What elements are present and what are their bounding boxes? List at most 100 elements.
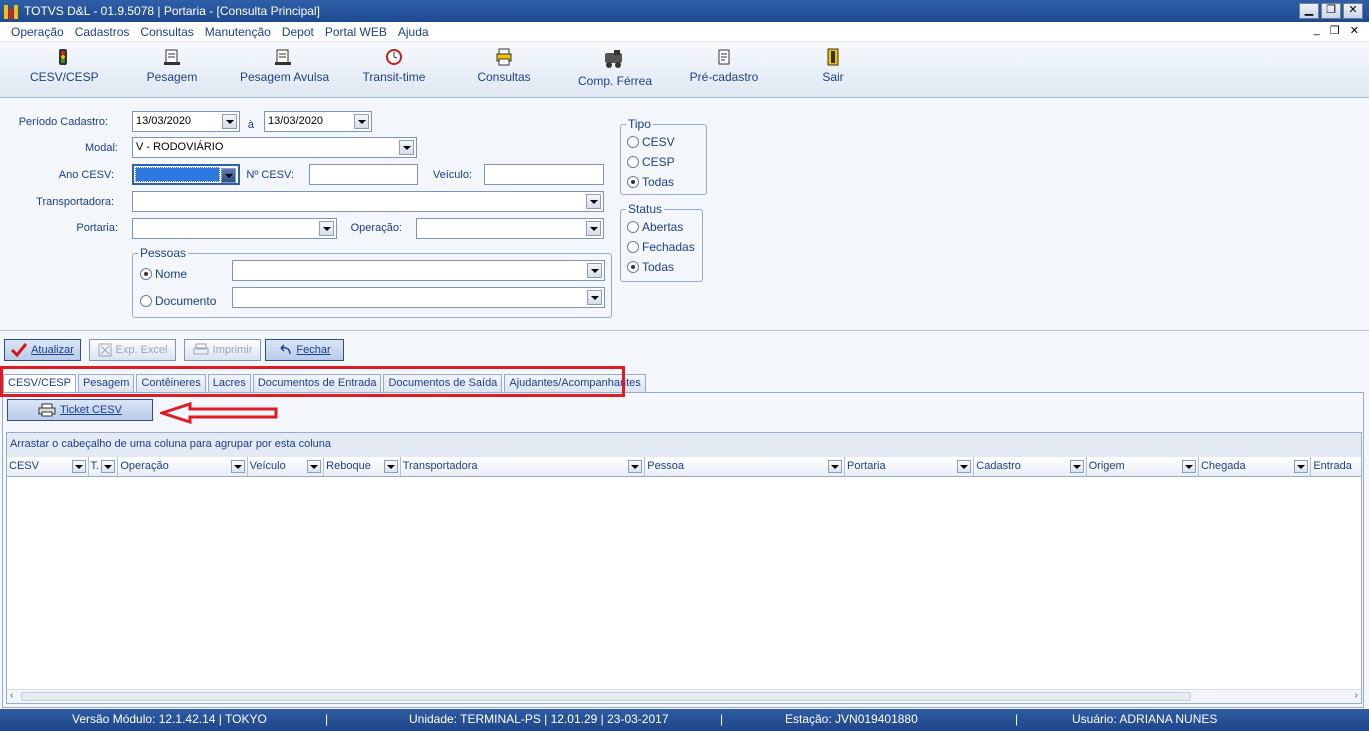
- printer-icon: [38, 403, 56, 417]
- status-separator: |: [325, 712, 329, 726]
- filter-dropdown-icon: [307, 460, 322, 473]
- tipo-cesv-radio[interactable]: CESV: [627, 135, 675, 149]
- ncesv-input[interactable]: [309, 164, 418, 185]
- chevron-down-icon[interactable]: [587, 290, 602, 305]
- documento-select[interactable]: [232, 287, 605, 308]
- status-fechadas-radio[interactable]: Fechadas: [627, 240, 695, 254]
- transportadora-select[interactable]: [132, 191, 604, 212]
- column-header-portaria[interactable]: Portaria: [845, 457, 975, 476]
- veiculo-input[interactable]: [484, 164, 604, 185]
- traffic-light-icon: [54, 48, 72, 66]
- menu-manutencao[interactable]: Manutenção: [205, 25, 271, 39]
- scrollbar-thumb[interactable]: [21, 692, 1191, 701]
- status-todas-radio[interactable]: Todas: [627, 260, 674, 274]
- toolbar-pesagem-avulsa-button[interactable]: Pesagem Avulsa: [240, 48, 329, 84]
- ticket-cesv-button[interactable]: Ticket CESV: [7, 399, 153, 421]
- veiculo-label: Veículo:: [432, 169, 472, 181]
- toolbar-sair-button[interactable]: Sair: [818, 48, 848, 84]
- tipo-cesp-radio[interactable]: CESP: [627, 155, 675, 169]
- status-bar: Versão Módulo: 12.1.42.14 | TOKYO | Unid…: [0, 709, 1369, 731]
- close-button[interactable]: ✕: [1343, 3, 1363, 19]
- printer-icon: [193, 343, 209, 355]
- status-separator: |: [720, 712, 724, 726]
- menu-depot[interactable]: Depot: [282, 25, 314, 39]
- toolbar-transit-time-button[interactable]: Transit-time: [361, 48, 427, 84]
- chevron-down-icon[interactable]: [587, 263, 602, 278]
- column-header-chegada[interactable]: Chegada: [1199, 457, 1312, 476]
- chevron-down-icon[interactable]: [319, 221, 334, 236]
- undo-arrow-icon: [280, 344, 292, 355]
- exp-excel-button[interactable]: Exp. Excel: [89, 339, 176, 361]
- portaria-select[interactable]: [132, 218, 337, 239]
- chevron-down-icon[interactable]: [586, 194, 601, 209]
- column-header-cesv[interactable]: CESV: [7, 457, 89, 476]
- menu-ajuda[interactable]: Ajuda: [398, 25, 429, 39]
- toolbar-pesagem-button[interactable]: Pesagem: [146, 48, 198, 84]
- filter-dropdown-icon: [1294, 460, 1309, 473]
- data-inicio-picker[interactable]: 13/03/2020: [132, 111, 240, 132]
- exit-door-icon: [824, 48, 842, 66]
- column-header-origem[interactable]: Origem: [1087, 457, 1199, 476]
- scroll-left-icon[interactable]: ‹: [10, 690, 13, 701]
- toolbar-pre-cadastro-button[interactable]: Pré-cadastro: [688, 48, 760, 84]
- filter-dropdown-icon: [383, 460, 398, 473]
- scroll-right-icon[interactable]: ›: [1355, 690, 1358, 701]
- ano-cesv-label: Ano CESV:: [58, 169, 114, 181]
- pessoas-nome-radio[interactable]: Nome: [140, 267, 187, 281]
- imprimir-button[interactable]: Imprimir: [184, 339, 261, 361]
- mdi-restore-button[interactable]: ❐: [1330, 24, 1340, 37]
- title-bar: TOTVS D&L - 01.9.5078 | Portaria - [Cons…: [0, 0, 1369, 22]
- chevron-down-icon[interactable]: [399, 140, 414, 155]
- ano-cesv-select[interactable]: [132, 164, 240, 185]
- transportadora-label: Transportadora:: [36, 196, 114, 208]
- ate-label: à: [247, 119, 254, 131]
- pessoas-documento-radio[interactable]: Documento: [140, 294, 216, 308]
- column-header-t[interactable]: T.: [89, 457, 119, 476]
- chevron-down-icon[interactable]: [221, 168, 236, 183]
- toolbar-comp-ferrea-button[interactable]: Comp. Férrea: [578, 48, 652, 88]
- data-fim-picker[interactable]: 13/03/2020: [264, 111, 372, 132]
- filter-panel: Período Cadastro: 13/03/2020 à 13/03/202…: [0, 99, 1369, 331]
- minimize-button[interactable]: ▁: [1299, 3, 1319, 19]
- printer-icon: [495, 48, 513, 66]
- menu-cadastros[interactable]: Cadastros: [75, 25, 130, 39]
- status-group: Status Abertas Fechadas Todas: [620, 202, 703, 282]
- menu-consultas[interactable]: Consultas: [140, 25, 193, 39]
- column-header-entrada[interactable]: Entrada: [1311, 457, 1361, 476]
- mdi-minimize-button[interactable]: _: [1314, 24, 1320, 37]
- column-header-reboque[interactable]: Reboque: [324, 457, 401, 476]
- document-edit-icon: [715, 48, 733, 66]
- chevron-down-icon[interactable]: [586, 221, 601, 236]
- column-header-pessoa[interactable]: Pessoa: [645, 457, 846, 476]
- filter-dropdown-icon: [1181, 460, 1196, 473]
- atualizar-button[interactable]: Atualizar: [4, 339, 81, 361]
- portaria-label: Portaria:: [76, 222, 118, 234]
- column-header-transportadora[interactable]: Transportadora: [401, 457, 646, 476]
- toolbar-consultas-button[interactable]: Consultas: [476, 48, 532, 84]
- status-abertas-radio[interactable]: Abertas: [627, 220, 683, 234]
- menu-portal-web[interactable]: Portal WEB: [325, 25, 387, 39]
- column-header-cadastro[interactable]: Cadastro: [974, 457, 1087, 476]
- menu-operacao[interactable]: Operação: [11, 25, 64, 39]
- window-title: TOTVS D&L - 01.9.5078 | Portaria - [Cons…: [24, 4, 320, 18]
- mdi-close-button[interactable]: ✕: [1350, 24, 1359, 37]
- toolbar-cesv-button[interactable]: CESV/CESP: [30, 48, 99, 84]
- restore-button[interactable]: ❐: [1321, 3, 1341, 19]
- operacao-select[interactable]: [416, 218, 604, 239]
- operacao-label: Operação:: [350, 222, 402, 234]
- menu-bar: Operação Cadastros Consultas Manutenção …: [0, 22, 1369, 42]
- fechar-button[interactable]: Fechar: [265, 339, 344, 361]
- unidade-info: Unidade: TERMINAL-PS | 12.01.29 | 23-03-…: [409, 712, 669, 726]
- modal-select[interactable]: V - RODOVIÁRIO: [132, 137, 417, 158]
- usuario-info: Usuário: ADRIANA NUNES: [1072, 712, 1218, 726]
- tipo-todas-radio[interactable]: Todas: [627, 175, 674, 189]
- filter-dropdown-icon: [628, 460, 643, 473]
- nome-select[interactable]: [232, 260, 605, 281]
- horizontal-scrollbar[interactable]: ‹ ›: [7, 689, 1361, 703]
- scale-icon: [274, 48, 292, 66]
- calendar-dropdown-icon[interactable]: [222, 114, 237, 129]
- column-header-operacao[interactable]: Operação: [118, 457, 248, 476]
- filter-dropdown-icon: [71, 460, 86, 473]
- calendar-dropdown-icon[interactable]: [354, 114, 369, 129]
- column-header-veiculo[interactable]: Veículo: [248, 457, 325, 476]
